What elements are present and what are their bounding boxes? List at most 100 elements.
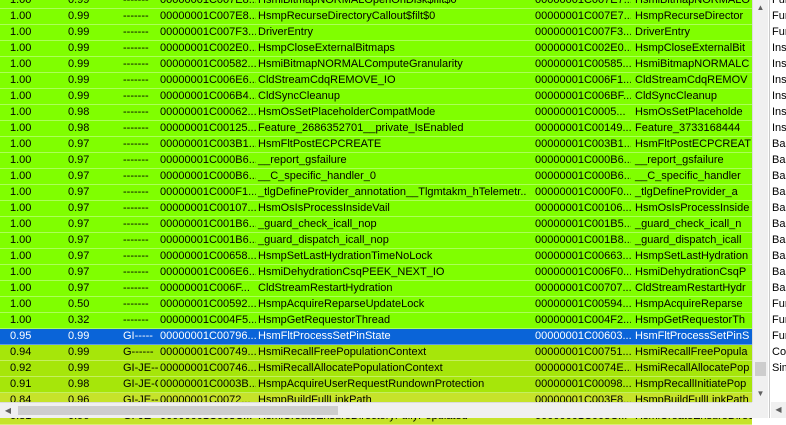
table-row[interactable]: 1.00 0.97 ------- 00000001C000B6... __report… bbox=[0, 153, 752, 169]
scroll-up-arrow-icon[interactable]: ▲ bbox=[753, 0, 768, 16]
primary-address-cell: 00000001C001B6... bbox=[160, 234, 256, 246]
vertical-scroll-thumb[interactable] bbox=[755, 362, 766, 376]
table-row[interactable]: 0.91 0.98 GI-JE-C00000001C0003B...HsmpAcqu… bbox=[0, 377, 752, 393]
side-panel-item[interactable]: Func bbox=[770, 0, 786, 9]
similarity-cell: 0.91 bbox=[10, 378, 32, 390]
side-panel-item[interactable]: Basic bbox=[770, 169, 786, 185]
table-row[interactable]: 1.00 0.97 ------- 00000001C000B6... __C_spec… bbox=[0, 169, 752, 185]
side-panel-item[interactable]: Basic bbox=[770, 249, 786, 265]
side-panel-item[interactable]: Basic bbox=[770, 217, 786, 233]
table-row[interactable]: 1.00 0.99 ------- 00000001C007E8... HsmpRecu… bbox=[0, 9, 752, 25]
primary-address-cell: 00000001C007E8... bbox=[160, 10, 256, 22]
secondary-name-cell: HsmFltPostECPCREAT bbox=[635, 138, 751, 150]
table-row[interactable]: 1.00 0.97 ------- 00000001C00658... HsmpSetL… bbox=[0, 249, 752, 265]
confidence-cell: 0.50 bbox=[68, 298, 90, 310]
side-panel-item[interactable]: Basic bbox=[770, 233, 786, 249]
table-row[interactable]: 1.00 0.97 ------- 00000001C006F... CldStream… bbox=[0, 281, 752, 297]
secondary-address-cell: 00000001C004F2... bbox=[535, 314, 631, 326]
confidence-cell: 0.98 bbox=[68, 378, 90, 390]
secondary-name-cell: HsmiBitmapNORMALO bbox=[635, 0, 750, 6]
confidence-cell: 0.99 bbox=[68, 26, 90, 38]
horizontal-scrollbar[interactable]: ◀ bbox=[0, 402, 752, 418]
table-row[interactable]: 1.00 0.99 ------- 00000001C007F3... DriverEn… bbox=[0, 25, 752, 41]
side-panel-item[interactable]: Func bbox=[770, 297, 786, 313]
table-row[interactable]: 1.00 0.97 ------- 00000001C000F1... _tlgDefi… bbox=[0, 185, 752, 201]
side-panel-item[interactable]: Instr bbox=[770, 57, 786, 73]
side-panel-item[interactable]: Simila bbox=[770, 361, 786, 377]
side-panel-scroll-left-icon[interactable]: ◀ bbox=[771, 402, 786, 418]
side-panel-item[interactable]: Func bbox=[770, 9, 786, 25]
secondary-address-cell: 00000001C00594... bbox=[535, 298, 631, 310]
secondary-address-cell: 00000001C002E0... bbox=[535, 42, 631, 54]
secondary-address-cell: 00000001C00663... bbox=[535, 250, 631, 262]
side-panel-list: FuncFuncFuncInstrInstrInstrInstrInstrIns… bbox=[770, 0, 786, 377]
table-row[interactable]: 1.00 0.98 ------- 00000001C00062... HsmOsSet… bbox=[0, 105, 752, 121]
confidence-cell: 0.97 bbox=[68, 218, 90, 230]
table-row[interactable]: 1.00 0.32 ------- 00000001C004F5... HsmpGetR… bbox=[0, 313, 752, 329]
scroll-down-arrow-icon[interactable]: ▼ bbox=[753, 386, 768, 402]
table-row[interactable]: 1.00 0.97 ------- 00000001C001B6... _guard_c… bbox=[0, 217, 752, 233]
primary-address-cell: 00000001C00582... bbox=[160, 58, 256, 70]
side-panel-item[interactable]: Basic bbox=[770, 137, 786, 153]
secondary-name-cell: HsmpAcquireReparse bbox=[635, 298, 743, 310]
side-panel-item[interactable]: Func bbox=[770, 329, 786, 345]
secondary-address-cell: 00000001C000B6... bbox=[535, 154, 631, 166]
primary-address-cell: 00000001C000B6... bbox=[160, 154, 256, 166]
table-row[interactable]: 1.00 0.97 ------- 00000001C001B6... _guard_d… bbox=[0, 233, 752, 249]
table-row[interactable]: 1.00 0.99 ------- 00000001C007E8... HsmiBitm… bbox=[0, 0, 752, 9]
similarity-cell: 1.00 bbox=[10, 138, 32, 150]
secondary-name-cell: HsmiRecallAllocatePop bbox=[635, 362, 750, 374]
similarity-cell: 1.00 bbox=[10, 170, 32, 182]
difference-flags-cell: ------- bbox=[123, 266, 149, 278]
primary-address-cell: 00000001C004F5... bbox=[160, 314, 256, 326]
secondary-address-cell: 00000001C007E7... bbox=[535, 0, 631, 6]
secondary-name-cell: _tlgDefineProvider_a bbox=[635, 186, 738, 198]
table-row[interactable]: 1.00 0.99 ------- 00000001C006B4... CldSyncC… bbox=[0, 89, 752, 105]
table-row[interactable]: 1.00 0.50 ------- 00000001C00592... HsmpAcqu… bbox=[0, 297, 752, 313]
scroll-left-arrow-icon[interactable]: ◀ bbox=[0, 403, 16, 418]
vertical-scrollbar[interactable]: ▲ ▼ bbox=[752, 0, 768, 418]
primary-name-cell: HsmpSetLastHydrationTimeNoLock bbox=[258, 250, 433, 262]
side-panel-item[interactable]: Basic bbox=[770, 153, 786, 169]
secondary-name-cell: _guard_check_icall_n bbox=[635, 218, 742, 230]
table-row[interactable]: 1.00 0.99 ------- 00000001C00582... HsmiBitm… bbox=[0, 57, 752, 73]
similarity-cell: 1.00 bbox=[10, 154, 32, 166]
side-panel-item[interactable]: Instr bbox=[770, 105, 786, 121]
side-panel-item[interactable]: Basic bbox=[770, 265, 786, 281]
side-panel-item[interactable]: Basic bbox=[770, 185, 786, 201]
primary-name-cell: Feature_2686352701__private_IsEnabled bbox=[258, 122, 464, 134]
similarity-cell: 1.00 bbox=[10, 314, 32, 326]
side-panel-item[interactable]: Func bbox=[770, 25, 786, 41]
similarity-cell: 0.95 bbox=[10, 330, 32, 342]
table-row[interactable]: 1.00 0.97 ------- 00000001C006E6... HsmiDehy… bbox=[0, 265, 752, 281]
confidence-cell: 0.97 bbox=[68, 186, 90, 198]
secondary-name-cell: CldStreamRestartHydr bbox=[635, 282, 746, 294]
table-row[interactable]: 1.00 0.99 ------- 00000001C006E6... CldStrea… bbox=[0, 73, 752, 89]
confidence-cell: 0.99 bbox=[68, 362, 90, 374]
table-row[interactable]: 1.00 0.97 ------- 00000001C003B1... HsmFltPo… bbox=[0, 137, 752, 153]
table-row[interactable]: 1.00 0.98 ------- 00000001C00125... Feature_… bbox=[0, 121, 752, 137]
side-panel-item[interactable]: Func bbox=[770, 313, 786, 329]
primary-name-cell: __report_gsfailure bbox=[258, 154, 347, 166]
side-panel-item[interactable]: Instr bbox=[770, 121, 786, 137]
table-row[interactable]: 1.00 0.99 ------- 00000001C002E0... HsmpClos… bbox=[0, 41, 752, 57]
side-panel-item[interactable]: Instr bbox=[770, 41, 786, 57]
secondary-name-cell: HsmpRecurseDirector bbox=[635, 10, 744, 22]
table-row[interactable]: 0.92 0.99 GI-JE-- 00000001C00746... HsmiReca… bbox=[0, 361, 752, 377]
confidence-cell: 0.97 bbox=[68, 170, 90, 182]
side-panel-item[interactable]: Confi bbox=[770, 345, 786, 361]
side-panel-item[interactable]: Instr bbox=[770, 89, 786, 105]
primary-name-cell: CldStreamRestartHydration bbox=[258, 282, 393, 294]
side-panel-item[interactable]: Instr bbox=[770, 73, 786, 89]
side-panel-item[interactable]: Basic bbox=[770, 201, 786, 217]
table-row-selected[interactable]: 0.95 0.99 GI----- 00000001C00796... HsmFltPr… bbox=[0, 329, 752, 345]
primary-address-cell: 00000001C007E8... bbox=[160, 0, 256, 6]
secondary-name-cell: HsmiBitmapNORMALC bbox=[635, 58, 750, 70]
horizontal-scroll-thumb[interactable] bbox=[18, 406, 338, 415]
difference-flags-cell: ------- bbox=[123, 106, 149, 118]
confidence-cell: 0.99 bbox=[68, 90, 90, 102]
table-row[interactable]: 1.00 0.97 ------- 00000001C00107... HsmOsIsP… bbox=[0, 201, 752, 217]
side-panel-item[interactable]: Basic bbox=[770, 281, 786, 297]
secondary-address-cell: 00000001C0074E... bbox=[535, 362, 631, 374]
table-row[interactable]: 0.94 0.99 G------ 00000001C00749... HsmiReca… bbox=[0, 345, 752, 361]
